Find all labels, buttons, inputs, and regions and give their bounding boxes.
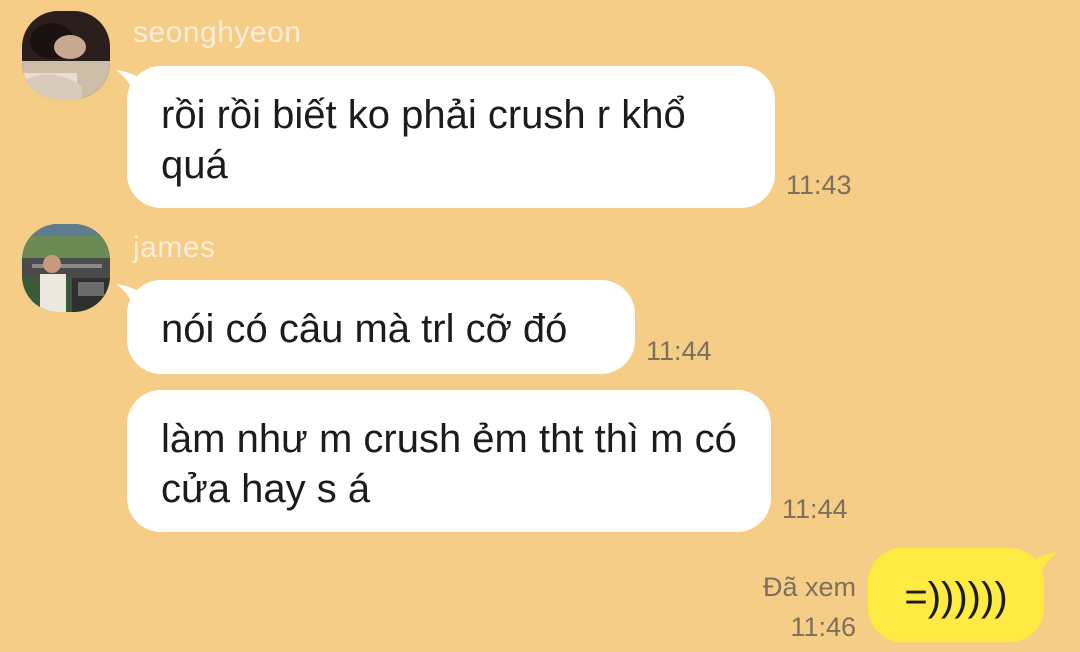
message-bubble[interactable]: nói có câu mà trl cỡ đó	[127, 280, 635, 374]
message-timestamp: 11:46	[790, 612, 856, 642]
message-bubble[interactable]: rồi rồi biết ko phải crush r khổ quá	[127, 66, 775, 208]
message-timestamp: 11:43	[786, 170, 852, 200]
message-text: làm như m crush ẻm tht thì m có cửa hay …	[161, 417, 737, 511]
avatar-seonghyeon[interactable]	[22, 11, 110, 99]
avatar-james[interactable]	[22, 224, 110, 312]
message-bubble[interactable]: làm như m crush ẻm tht thì m có cửa hay …	[127, 390, 771, 532]
message-text: nói có câu mà trl cỡ đó	[161, 307, 568, 351]
seen-label: Đã xem	[762, 572, 856, 602]
message-text: rồi rồi biết ko phải crush r khổ quá	[161, 93, 686, 187]
message-timestamp: 11:44	[646, 336, 712, 366]
sender-name: james	[133, 231, 216, 264]
message-timestamp: 11:44	[782, 494, 848, 524]
message-text: =))))))	[904, 575, 1008, 619]
sender-name: seonghyeon	[133, 16, 302, 49]
profile-photo-icon	[22, 224, 110, 312]
outgoing-message-bubble[interactable]: =))))))	[868, 548, 1044, 642]
profile-photo-icon	[22, 11, 110, 99]
read-status: Đã xem 11:46	[700, 568, 856, 646]
